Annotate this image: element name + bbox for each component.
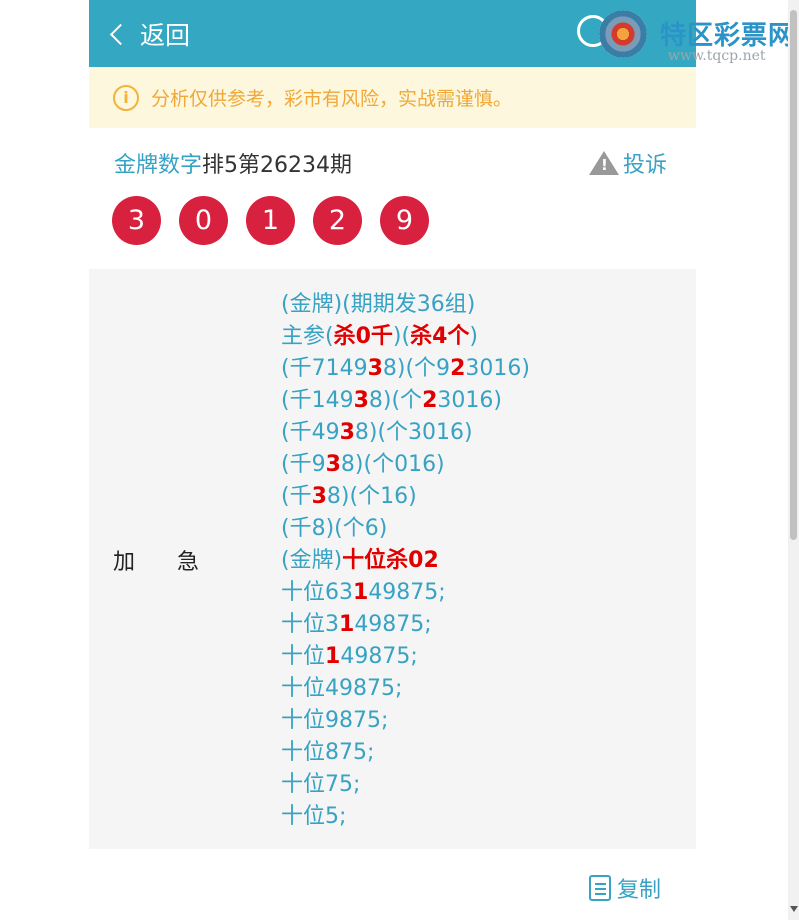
line-text: (千8)(个6): [281, 516, 388, 541]
scroll-down-icon[interactable]: [790, 906, 798, 912]
line-text: (千7149: [281, 356, 368, 381]
result-ball: 2: [313, 196, 362, 245]
result-ball: 1: [246, 196, 295, 245]
analysis-line: 十位875;: [281, 737, 530, 769]
complain-button[interactable]: ! 投诉: [589, 147, 667, 179]
analysis-line: (千8)(个6): [281, 513, 530, 545]
analysis-line: 十位63149875;: [281, 577, 530, 609]
author-link[interactable]: 金牌数字: [114, 153, 202, 178]
analysis-line: (千4938)(个3016): [281, 417, 530, 449]
highlight-text: 十位杀02: [342, 548, 439, 573]
urgent-label: 加急: [113, 544, 241, 576]
line-text: 十位63: [281, 580, 353, 605]
scrollbar[interactable]: [788, 0, 799, 920]
line-text: 3016): [465, 356, 530, 381]
line-text: 十位3: [281, 612, 339, 637]
line-text: )(: [392, 324, 411, 349]
analysis-line: 主参(杀0千)(杀4个): [281, 321, 530, 353]
highlight-text: 杀4个: [410, 324, 470, 349]
line-text: 49875;: [340, 644, 418, 669]
urgent-char: 急: [177, 550, 200, 575]
highlight-text: 2: [450, 356, 466, 381]
watermark-url: www.tqcp.net: [668, 48, 766, 64]
analysis-line: (金牌)十位杀02: [281, 545, 530, 577]
copy-label: 复制: [617, 878, 662, 903]
analysis-line: 十位5;: [281, 801, 530, 833]
watermark-title: 特区彩票网: [660, 21, 796, 51]
analysis-lines: (金牌)(期期发36组) 主参(杀0千)(杀4个) (千714938)(个92301…: [281, 289, 530, 833]
line-text: 49875;: [368, 580, 446, 605]
line-text: 十位875;: [281, 740, 375, 765]
result-ball: 0: [179, 196, 228, 245]
line-text: 十位75;: [281, 772, 361, 797]
line-text: 十位49875;: [281, 676, 403, 701]
line-text: (千: [281, 484, 312, 509]
line-text: (金牌): [281, 548, 343, 573]
line-text: 49875;: [354, 612, 432, 637]
issue-title: 排5第26234期: [202, 153, 352, 178]
highlight-text: 3: [339, 420, 355, 445]
line-text: 8)(个16): [326, 484, 417, 509]
copy-icon: [589, 875, 611, 901]
analysis-line: 十位3149875;: [281, 609, 530, 641]
result-ball: 3: [112, 196, 161, 245]
line-text: (千49: [281, 420, 340, 445]
copy-button[interactable]: 复制: [589, 872, 661, 904]
analysis-line: (千714938)(个923016): [281, 353, 530, 385]
analysis-line: (千38)(个16): [281, 481, 530, 513]
result-balls: 3 0 1 2 9: [112, 196, 447, 245]
risk-notice: i 分析仅供参考，彩市有风险，实战需谨慎。: [89, 67, 696, 128]
highlight-text: 1: [325, 644, 341, 669]
analysis-line: (千938)(个016): [281, 449, 530, 481]
notice-text: 分析仅供参考，彩市有风险，实战需谨慎。: [151, 88, 513, 110]
warning-icon: !: [589, 151, 619, 175]
page-title: 金牌数字排5第26234期: [114, 147, 352, 179]
chevron-left-icon: [109, 23, 132, 46]
line-text: 3016): [437, 388, 502, 413]
scroll-thumb[interactable]: [790, 10, 797, 540]
line-text: 8)(个: [368, 388, 423, 413]
highlight-text: 3: [353, 388, 369, 413]
page: 返回 i 分析仅供参考，彩市有风险，实战需谨慎。 金牌数字排5第26234期 !…: [89, 0, 696, 920]
info-icon: i: [113, 84, 139, 111]
analysis-line: 十位75;: [281, 769, 530, 801]
highlight-text: 杀0千: [333, 324, 393, 349]
highlight-text: 2: [422, 388, 438, 413]
analysis-line: (金牌)(期期发36组): [281, 289, 530, 321]
analysis-content: 加急 (金牌)(期期发36组) 主参(杀0千)(杀4个) (千714938)(个92…: [89, 269, 696, 849]
line-text: 十位: [281, 644, 326, 669]
analysis-line: (千14938)(个23016): [281, 385, 530, 417]
highlight-text: 3: [311, 484, 327, 509]
analysis-line: 十位9875;: [281, 705, 530, 737]
line-text: 8)(个3016): [354, 420, 473, 445]
highlight-text: 1: [339, 612, 355, 637]
urgent-char: 加: [113, 550, 136, 575]
watermark-logo-icon: [599, 10, 647, 58]
result-ball: 9: [380, 196, 429, 245]
line-text: ): [469, 324, 478, 349]
line-text: 8)(个016): [340, 452, 445, 477]
highlight-text: 3: [325, 452, 341, 477]
back-label: 返回: [140, 21, 191, 50]
analysis-line: 十位149875;: [281, 641, 530, 673]
line-text: (千149: [281, 388, 354, 413]
highlight-text: 3: [367, 356, 383, 381]
line-text: 十位9875;: [281, 708, 389, 733]
line-text: 主参(: [281, 324, 334, 349]
line-text: 十位5;: [281, 804, 347, 829]
line-text: (金牌)(期期发36组): [281, 292, 476, 317]
line-text: (千9: [281, 452, 326, 477]
analysis-line: 十位49875;: [281, 673, 530, 705]
line-text: 8)(个9: [382, 356, 451, 381]
complain-label: 投诉: [623, 153, 668, 178]
back-button[interactable]: 返回: [109, 14, 191, 54]
highlight-text: 1: [353, 580, 369, 605]
